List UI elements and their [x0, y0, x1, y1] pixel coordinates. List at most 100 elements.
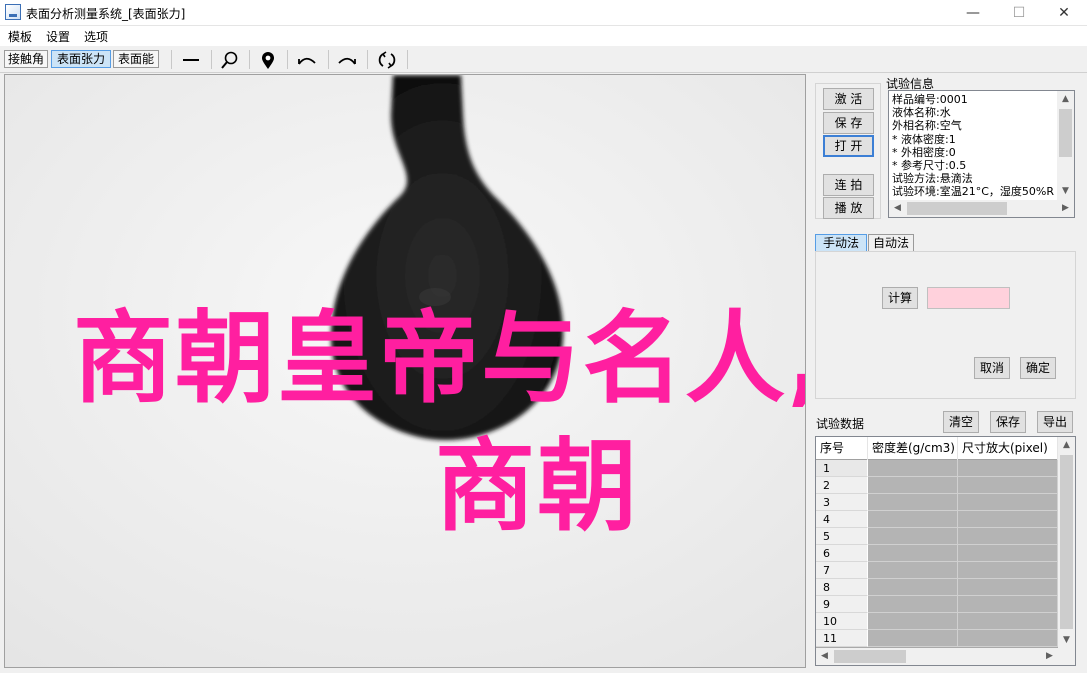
cancel-button[interactable]: 取消	[974, 357, 1010, 379]
table-row[interactable]: 5	[816, 528, 1058, 545]
row-index[interactable]: 3	[816, 494, 868, 511]
confirm-button[interactable]: 确定	[1020, 357, 1056, 379]
cell-scale[interactable]	[958, 545, 1058, 562]
info-textbox[interactable]: 样品编号:0001 液体名称:水 外相名称:空气 * 液体密度:1 * 外相密度…	[888, 90, 1075, 218]
mode-contact-angle[interactable]: 接触角	[4, 50, 48, 68]
row-index[interactable]: 7	[816, 562, 868, 579]
line-icon	[183, 58, 199, 61]
continuous-shoot-button[interactable]: 连 拍	[823, 174, 874, 196]
cell-scale[interactable]	[958, 528, 1058, 545]
tab-auto[interactable]: 自动法	[868, 234, 914, 252]
data-grid[interactable]: 序号 密度差(g/cm3) 尺寸放大(pixel) 1 2 3 4 5 6 7 8 9 10 11 …	[815, 436, 1076, 666]
image-canvas[interactable]: 商朝皇帝与名人, 商朝	[4, 74, 806, 668]
cell-density[interactable]	[868, 630, 958, 647]
cell-scale[interactable]	[958, 630, 1058, 647]
cell-density[interactable]	[868, 613, 958, 630]
cell-density[interactable]	[868, 494, 958, 511]
row-index[interactable]: 6	[816, 545, 868, 562]
close-button[interactable]: ✕	[1041, 0, 1087, 26]
table-row[interactable]: 4	[816, 511, 1058, 528]
play-button[interactable]: 播 放	[823, 197, 874, 219]
open-image-button[interactable]: 打 开	[823, 135, 874, 157]
row-index[interactable]: 2	[816, 477, 868, 494]
row-index[interactable]: 10	[816, 613, 868, 630]
grid-horizontal-scrollbar[interactable]: ◀ ▶	[816, 648, 1075, 665]
cell-scale[interactable]	[958, 562, 1058, 579]
minimize-button[interactable]: —	[950, 0, 996, 26]
activate-button[interactable]: 激 活	[823, 88, 874, 110]
row-index[interactable]: 11	[816, 630, 868, 647]
cell-density[interactable]	[868, 528, 958, 545]
table-row[interactable]: 7	[816, 562, 1058, 579]
cell-scale[interactable]	[958, 494, 1058, 511]
table-row[interactable]: 3	[816, 494, 1058, 511]
table-row[interactable]: 11	[816, 630, 1058, 647]
cell-density[interactable]	[868, 477, 958, 494]
cell-scale[interactable]	[958, 613, 1058, 630]
table-row[interactable]: 9	[816, 596, 1058, 613]
table-row[interactable]: 2	[816, 477, 1058, 494]
export-data-button[interactable]: 导出	[1037, 411, 1073, 433]
column-header-density[interactable]: 密度差(g/cm3)	[868, 437, 958, 460]
toolbar-separator	[211, 50, 212, 69]
column-header-index[interactable]: 序号	[816, 437, 868, 460]
row-index[interactable]: 4	[816, 511, 868, 528]
cell-density[interactable]	[868, 460, 958, 477]
cell-scale[interactable]	[958, 460, 1058, 477]
row-index[interactable]: 5	[816, 528, 868, 545]
row-index[interactable]: 1	[816, 460, 868, 477]
cell-scale[interactable]	[958, 579, 1058, 596]
compute-button[interactable]: 计算	[882, 287, 918, 309]
tab-manual[interactable]: 手动法	[815, 234, 867, 252]
save-data-button[interactable]: 保存	[990, 411, 1026, 433]
toolbar-separator	[328, 50, 329, 69]
maximize-button[interactable]: ☐	[996, 0, 1042, 26]
scroll-right-icon[interactable]: ▶	[1041, 648, 1058, 665]
menu-template[interactable]: 模板	[8, 28, 32, 45]
info-vertical-scrollbar[interactable]: ▲ ▼	[1057, 91, 1074, 200]
menu-options[interactable]: 选项	[84, 28, 108, 45]
scroll-thumb[interactable]	[907, 202, 1007, 215]
scroll-down-icon[interactable]: ▼	[1057, 183, 1074, 200]
info-line: 样品编号:0001	[892, 93, 968, 106]
right-arc-tool-button[interactable]	[332, 48, 362, 71]
locate-tool-button[interactable]	[253, 48, 283, 71]
mode-surface-energy[interactable]: 表面能	[113, 50, 159, 68]
cell-density[interactable]	[868, 511, 958, 528]
table-row[interactable]: 1	[816, 460, 1058, 477]
cell-density[interactable]	[868, 579, 958, 596]
menu-settings[interactable]: 设置	[46, 28, 70, 45]
scroll-up-icon[interactable]: ▲	[1057, 91, 1074, 108]
table-row[interactable]: 8	[816, 579, 1058, 596]
scroll-up-icon[interactable]: ▲	[1058, 437, 1075, 454]
row-index[interactable]: 8	[816, 579, 868, 596]
save-image-button[interactable]: 保 存	[823, 112, 874, 134]
grid-vertical-scrollbar[interactable]: ▲ ▼	[1058, 437, 1075, 649]
clear-data-button[interactable]: 清空	[943, 411, 979, 433]
table-row[interactable]: 10	[816, 613, 1058, 630]
table-row[interactable]: 6	[816, 545, 1058, 562]
cell-density[interactable]	[868, 596, 958, 613]
arc-right-icon	[338, 57, 356, 65]
scroll-thumb[interactable]	[1060, 455, 1073, 629]
rotate-tool-button[interactable]	[372, 48, 402, 71]
left-arc-tool-button[interactable]	[292, 48, 322, 71]
column-header-scale[interactable]: 尺寸放大(pixel)	[958, 437, 1058, 460]
mode-surface-tension[interactable]: 表面张力	[51, 50, 111, 68]
cell-density[interactable]	[868, 562, 958, 579]
scroll-thumb[interactable]	[834, 650, 906, 663]
scroll-down-icon[interactable]: ▼	[1058, 632, 1075, 649]
cell-scale[interactable]	[958, 596, 1058, 613]
zoom-tool-button[interactable]	[215, 48, 245, 71]
result-field[interactable]	[927, 287, 1010, 309]
cell-density[interactable]	[868, 545, 958, 562]
scroll-left-icon[interactable]: ◀	[816, 648, 833, 665]
line-tool-button[interactable]	[176, 48, 206, 71]
scroll-left-icon[interactable]: ◀	[889, 200, 906, 217]
scroll-right-icon[interactable]: ▶	[1057, 200, 1074, 217]
cell-scale[interactable]	[958, 511, 1058, 528]
info-horizontal-scrollbar[interactable]: ◀ ▶	[889, 200, 1074, 217]
row-index[interactable]: 9	[816, 596, 868, 613]
scroll-thumb[interactable]	[1059, 109, 1072, 157]
cell-scale[interactable]	[958, 477, 1058, 494]
